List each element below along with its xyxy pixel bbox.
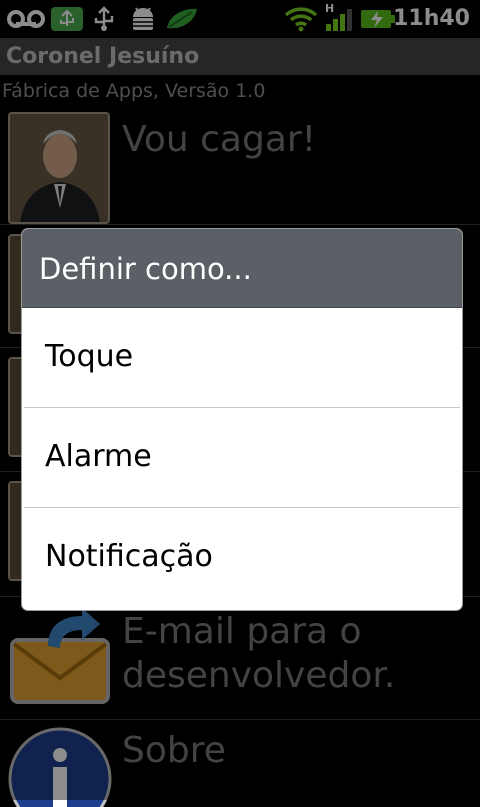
option-label: Toque [45,339,134,374]
set-as-dialog: Definir como... Toque Alarme Notificação [22,229,462,610]
option-alarm[interactable]: Alarme [22,408,462,508]
dialog-title: Definir como... [39,252,252,286]
option-label: Alarme [45,439,152,474]
option-notification[interactable]: Notificação [22,508,462,608]
option-ringtone[interactable]: Toque [22,308,462,408]
dialog-header: Definir como... [22,229,462,308]
option-label: Notificação [45,539,213,574]
